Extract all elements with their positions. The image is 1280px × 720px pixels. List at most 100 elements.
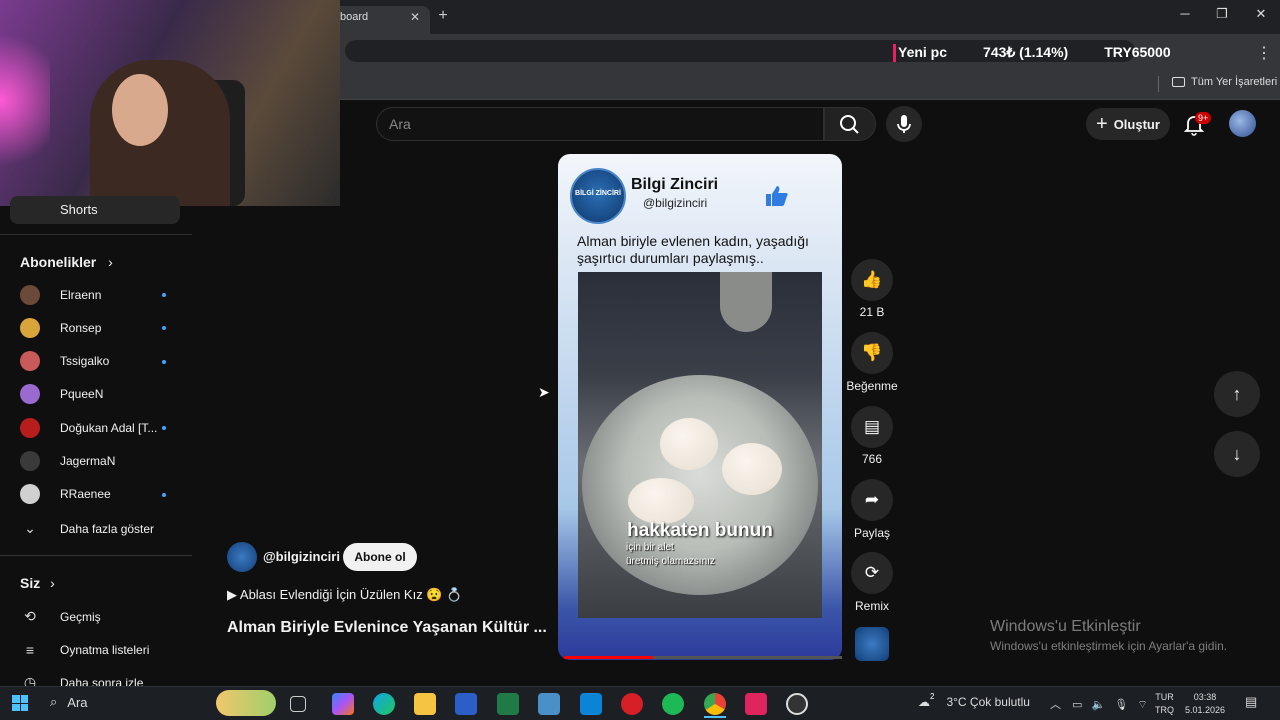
sidebar-item-history[interactable]: ⟲ Geçmiş: [0, 600, 192, 633]
subscription-label: RRaenee: [60, 487, 111, 502]
language-code: TUR: [1155, 692, 1174, 702]
wifi-icon: ⌔: [1137, 699, 1148, 711]
windows-start-icon[interactable]: [12, 695, 28, 711]
browser-tab[interactable]: board ✕: [330, 6, 430, 34]
search-button[interactable]: [824, 107, 876, 141]
excel-icon[interactable]: [497, 693, 519, 715]
create-label: Oluştur: [1113, 116, 1160, 132]
subscriptions-heading[interactable]: Abonelikler ›: [20, 254, 113, 270]
search-icon: [840, 115, 859, 134]
folder-icon: [1172, 77, 1185, 87]
word-icon[interactable]: [455, 693, 477, 715]
sidebar-subscription-item[interactable]: Tssigalko: [0, 345, 192, 378]
sidebar-divider: [0, 234, 192, 235]
channel-avatar: [20, 484, 40, 505]
previous-short-button[interactable]: ↑: [1214, 371, 1260, 417]
share-button[interactable]: ➦: [851, 479, 893, 521]
taskbar-clock[interactable]: 03:38 5.01.2026: [1185, 691, 1225, 717]
channel-avatar: [20, 451, 40, 471]
search-highlight-image[interactable]: [216, 690, 276, 716]
plus-icon: +: [1096, 112, 1108, 135]
sidebar-item-shorts[interactable]: Shorts: [10, 196, 180, 224]
browser-menu-icon[interactable]: ⋮: [1256, 43, 1272, 63]
calculator-icon[interactable]: [538, 693, 560, 715]
edge-icon[interactable]: [373, 693, 395, 715]
sidebar-subscription-item[interactable]: Doğukan Adal [T...: [0, 411, 192, 444]
remix-button[interactable]: ⟳: [851, 552, 893, 594]
minimize-button[interactable]: ─: [1170, 6, 1200, 21]
subscription-label: Ronsep: [60, 320, 102, 335]
sidebar-subscription-item[interactable]: RRaenee: [0, 478, 192, 511]
sidebar-item-playlists[interactable]: ≡ Oynatma listeleri: [0, 633, 192, 666]
video-progress-bar[interactable]: [564, 656, 842, 659]
comments-button[interactable]: ▤: [851, 406, 893, 448]
mouse-cursor-icon: ➤: [538, 384, 550, 400]
close-window-button[interactable]: ✕: [1246, 6, 1276, 22]
file-explorer-icon[interactable]: [414, 693, 436, 715]
subscription-label: Tssigalko: [60, 354, 110, 369]
opera-icon[interactable]: [621, 693, 643, 715]
voice-search-button[interactable]: [886, 106, 922, 142]
app-icon[interactable]: [745, 693, 767, 715]
channel-avatar: [20, 417, 40, 438]
search-input[interactable]: Ara: [376, 107, 824, 141]
cloud-icon: ☁: [918, 695, 930, 709]
obs-icon[interactable]: [786, 693, 808, 715]
you-heading[interactable]: Siz ›: [20, 575, 55, 591]
weather-badge: 2: [930, 691, 935, 701]
subscribe-button[interactable]: Abone ol: [343, 543, 417, 571]
video-egg: [660, 418, 718, 470]
dislike-button[interactable]: 👎: [851, 332, 893, 374]
sidebar-divider: [0, 555, 192, 556]
playlist-icon: ≡: [25, 641, 35, 658]
sidebar-subscription-item[interactable]: JagermaN: [0, 445, 192, 478]
show-more-label: Daha fazla göster: [60, 521, 155, 536]
short-caption: Alman biriyle evlenen kadın, yaşadığı şa…: [577, 233, 809, 266]
remix-label: Remix: [854, 599, 889, 613]
subscriptions-heading-label: Abonelikler: [20, 254, 97, 270]
meta-channel-handle[interactable]: @bilgizinciri: [263, 549, 340, 564]
channel-thumbnail[interactable]: [855, 627, 889, 661]
webcam-face: [112, 74, 168, 146]
short-title[interactable]: Alman Biriyle Evlenince Yaşanan Kültür .…: [227, 619, 547, 637]
new-content-dot: [162, 359, 166, 364]
ticker-item: Yeni pc: [898, 44, 948, 60]
weather-widget[interactable]: ☁ 2 3°C Çok bulutlu: [918, 691, 1030, 710]
system-tray[interactable]: ︿ ▭ 🔈 🎙 ⌔: [1050, 696, 1148, 712]
channel-avatar: [20, 317, 40, 338]
new-content-dot: [162, 492, 166, 497]
all-bookmarks-button[interactable]: Tüm Yer İşaretleri: [1172, 76, 1277, 88]
sidebar-subscription-item[interactable]: Ronsep: [0, 311, 192, 344]
next-short-button[interactable]: ↓: [1214, 431, 1260, 477]
playlist-link[interactable]: ▶ Ablası Evlendiği İçin Üzülen Kız 😧 💍: [227, 587, 462, 603]
meta-channel-avatar[interactable]: [227, 542, 257, 572]
new-tab-button[interactable]: +: [434, 7, 452, 25]
task-view-icon[interactable]: [290, 696, 306, 712]
sidebar-subscription-item[interactable]: Elraenn: [0, 278, 192, 311]
copilot-icon[interactable]: [332, 693, 354, 715]
share-icon: ➦: [864, 490, 880, 509]
webcam-overlay: [0, 0, 340, 206]
notification-center-icon[interactable]: ▤: [1245, 694, 1257, 710]
create-button[interactable]: + Oluştur: [1086, 108, 1170, 140]
chevron-right-icon: ›: [50, 575, 55, 591]
like-button[interactable]: 👍: [851, 259, 893, 301]
sidebar-subscription-item[interactable]: PqueeN: [0, 378, 192, 411]
language-indicator[interactable]: TUR TRQ: [1155, 691, 1174, 717]
spotify-icon[interactable]: [662, 693, 684, 715]
show-more-button[interactable]: ⌄ Daha fazla göster: [0, 512, 192, 545]
taskbar-search[interactable]: ⌕ Ara: [50, 694, 88, 710]
clock-time: 03:38: [1193, 692, 1217, 702]
channel-avatar: [20, 351, 40, 372]
subscription-label: PqueeN: [60, 387, 104, 402]
webcam-lamp: [0, 20, 50, 180]
clock-date: 5.01.2026: [1185, 705, 1226, 715]
new-content-dot: [162, 426, 166, 431]
account-avatar[interactable]: [1229, 110, 1256, 137]
chevron-up-icon: ︿: [1050, 699, 1061, 711]
chrome-icon[interactable]: [704, 693, 726, 715]
you-heading-label: Siz: [20, 575, 41, 591]
store-icon[interactable]: [580, 693, 602, 715]
maximize-button[interactable]: ❐: [1207, 6, 1237, 22]
tab-close-icon[interactable]: ✕: [410, 10, 420, 24]
